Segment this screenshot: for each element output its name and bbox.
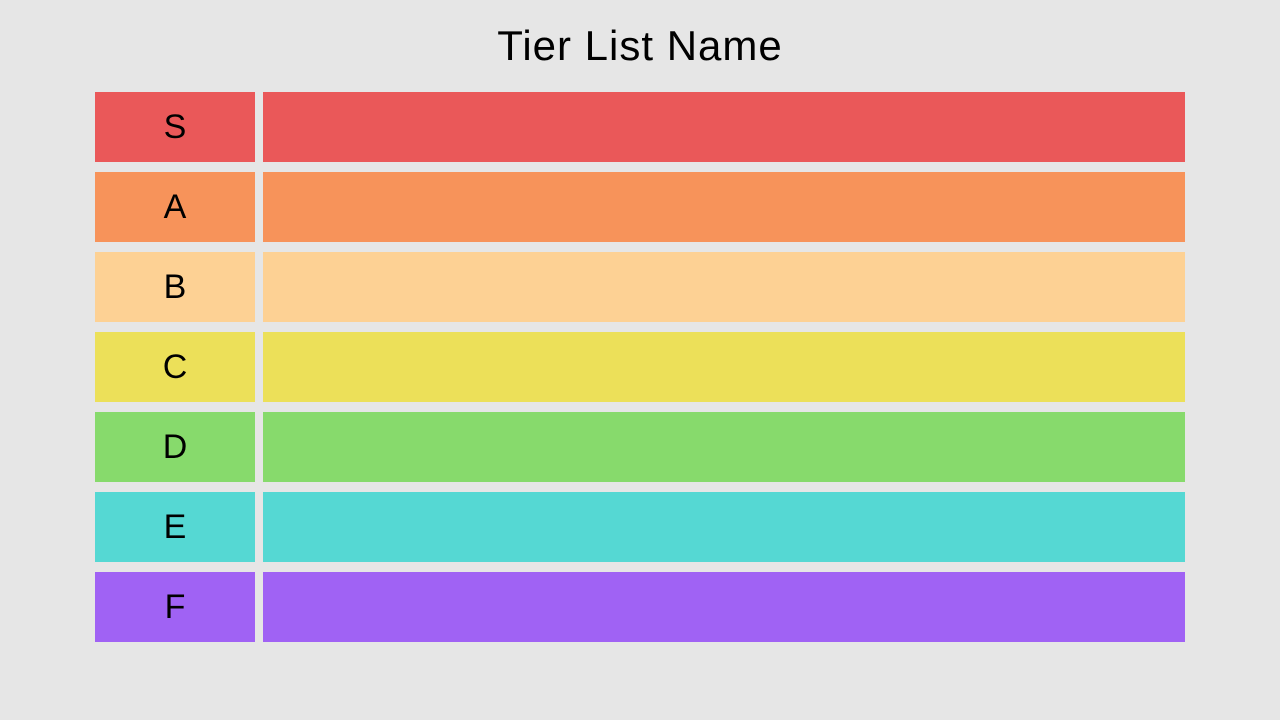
tier-content-a[interactable] (263, 172, 1185, 242)
tier-label-e[interactable]: E (95, 492, 255, 562)
page-title: Tier List Name (497, 22, 783, 70)
tier-row-d: D (95, 412, 1185, 482)
tier-content-d[interactable] (263, 412, 1185, 482)
tier-row-f: F (95, 572, 1185, 642)
tier-label-a[interactable]: A (95, 172, 255, 242)
tier-list: S A B C D E F (95, 92, 1185, 642)
tier-label-s[interactable]: S (95, 92, 255, 162)
tier-row-c: C (95, 332, 1185, 402)
tier-label-b[interactable]: B (95, 252, 255, 322)
tier-content-e[interactable] (263, 492, 1185, 562)
tier-content-b[interactable] (263, 252, 1185, 322)
tier-content-s[interactable] (263, 92, 1185, 162)
tier-label-f[interactable]: F (95, 572, 255, 642)
tier-row-b: B (95, 252, 1185, 322)
tier-content-c[interactable] (263, 332, 1185, 402)
tier-row-a: A (95, 172, 1185, 242)
tier-row-e: E (95, 492, 1185, 562)
tier-label-d[interactable]: D (95, 412, 255, 482)
tier-row-s: S (95, 92, 1185, 162)
tier-label-c[interactable]: C (95, 332, 255, 402)
tier-content-f[interactable] (263, 572, 1185, 642)
